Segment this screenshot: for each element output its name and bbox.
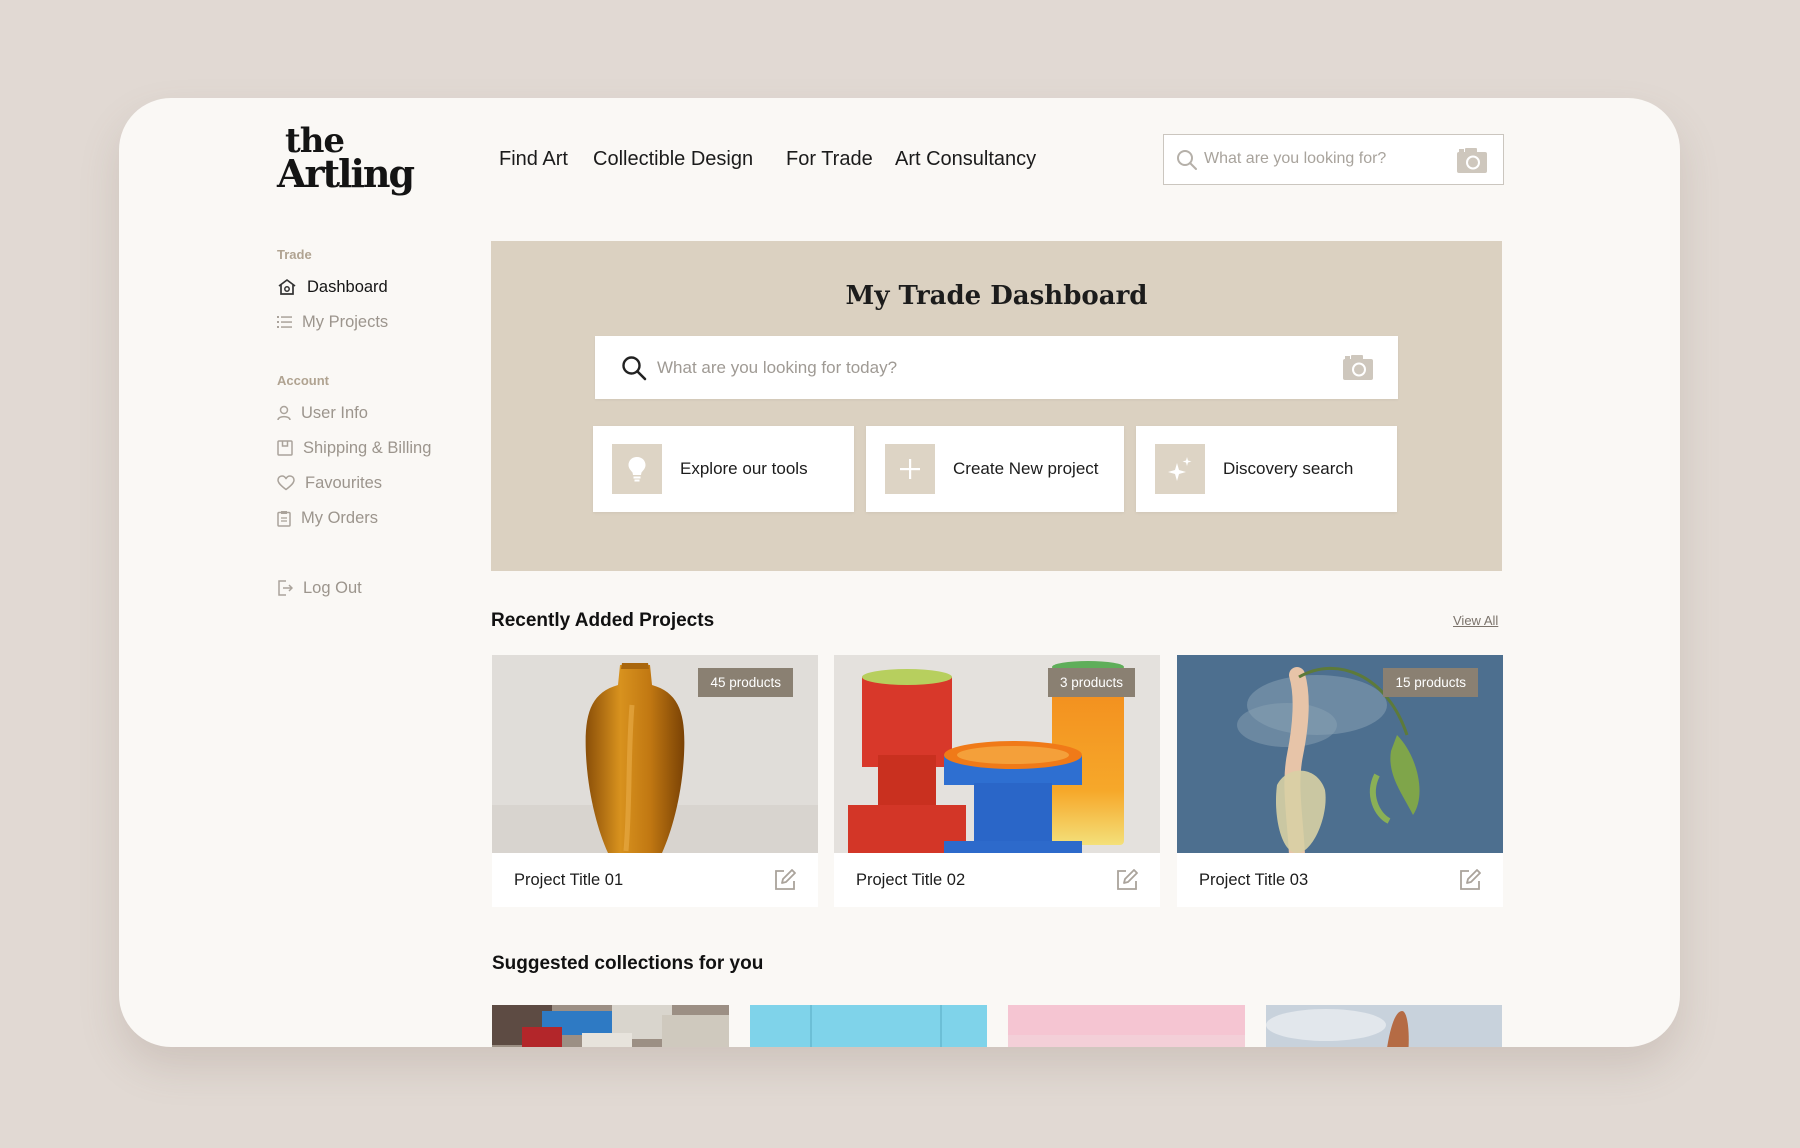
sidebar-item-label: Favourites	[305, 473, 383, 492]
search-icon	[622, 356, 647, 381]
house-icon	[278, 279, 296, 295]
box-icon	[277, 440, 293, 456]
logo-line-2: Artling	[277, 151, 415, 197]
logout-icon	[278, 580, 293, 596]
product-count-badge: 15 products	[1383, 668, 1478, 697]
product-count-badge: 3 products	[1047, 668, 1135, 697]
explore-tools-button[interactable]: Explore our tools	[593, 426, 854, 512]
camera-icon[interactable]	[1456, 146, 1488, 174]
project-card[interactable]: 45 products Project Title 01	[492, 655, 818, 907]
edit-icon[interactable]	[774, 869, 796, 891]
product-count-badge: 45 products	[698, 668, 793, 697]
page-title: My Trade Dashboard	[845, 281, 1148, 311]
create-new-project-button[interactable]: Create New project	[866, 426, 1124, 512]
plus-icon	[900, 459, 920, 479]
action-label: Discovery search	[1223, 459, 1354, 478]
list-icon	[277, 316, 292, 328]
sidebar-item-favourites[interactable]: Favourites	[277, 471, 382, 495]
collection-card[interactable]	[750, 1005, 987, 1047]
nav-find-art[interactable]: Find Art	[499, 148, 568, 171]
project-title: Project Title 03	[1199, 871, 1309, 889]
search-icon	[1177, 150, 1197, 170]
app-window: the Artling Find Art Collectible Design …	[119, 98, 1680, 1047]
action-label: Create New project	[953, 459, 1099, 478]
sidebar-item-dashboard[interactable]: Dashboard	[277, 275, 388, 299]
sidebar-item-my-orders[interactable]: My Orders	[277, 506, 378, 530]
edit-icon[interactable]	[1459, 869, 1481, 891]
sidebar-item-log-out[interactable]: Log Out	[277, 576, 362, 600]
edit-icon[interactable]	[1116, 869, 1138, 891]
project-card[interactable]: 15 products Project Title 03	[1177, 655, 1503, 907]
sidebar-item-label: Log Out	[303, 578, 362, 597]
heart-icon	[277, 475, 295, 491]
collection-card[interactable]	[1008, 1005, 1245, 1047]
sparkle-icon	[1168, 457, 1192, 481]
header-search	[1163, 134, 1504, 185]
hero-search	[595, 336, 1398, 399]
sidebar-heading-trade: Trade	[277, 247, 312, 262]
sidebar-item-label: My Orders	[301, 508, 379, 527]
project-title: Project Title 01	[514, 871, 624, 889]
sidebar-item-my-projects[interactable]: My Projects	[277, 310, 388, 334]
view-all-link[interactable]: View All	[1453, 613, 1498, 628]
project-title: Project Title 02	[856, 871, 966, 889]
nav-collectible-design[interactable]: Collectible Design	[593, 148, 753, 171]
camera-icon[interactable]	[1342, 353, 1374, 381]
user-icon	[277, 405, 291, 421]
collection-card[interactable]	[492, 1005, 729, 1047]
action-label: Explore our tools	[680, 459, 808, 478]
dashboard-hero: My Trade Dashboard Expl	[491, 241, 1502, 571]
sidebar-heading-account: Account	[277, 373, 329, 388]
nav-art-consultancy[interactable]: Art Consultancy	[895, 148, 1036, 171]
sidebar-item-user-info[interactable]: User Info	[277, 401, 368, 425]
logo[interactable]: the Artling	[277, 124, 415, 197]
collection-card[interactable]	[1266, 1005, 1502, 1047]
sidebar-item-label: Dashboard	[307, 277, 388, 296]
sidebar-item-label: Shipping & Billing	[303, 438, 432, 457]
discovery-search-button[interactable]: Discovery search	[1136, 426, 1397, 512]
header-search-input[interactable]	[1204, 135, 1454, 183]
sidebar-item-shipping-billing[interactable]: Shipping & Billing	[277, 436, 431, 460]
clipboard-icon	[277, 510, 291, 527]
suggested-collections-title: Suggested collections for you	[492, 953, 764, 974]
sidebar-item-label: My Projects	[302, 312, 389, 331]
project-card[interactable]: 3 products Project Title 02	[834, 655, 1160, 907]
sidebar-item-label: User Info	[301, 403, 368, 422]
nav-for-trade[interactable]: For Trade	[786, 148, 873, 171]
recent-projects-title: Recently Added Projects	[491, 610, 715, 631]
hero-search-input[interactable]	[657, 336, 1337, 399]
lightbulb-icon	[628, 457, 646, 482]
